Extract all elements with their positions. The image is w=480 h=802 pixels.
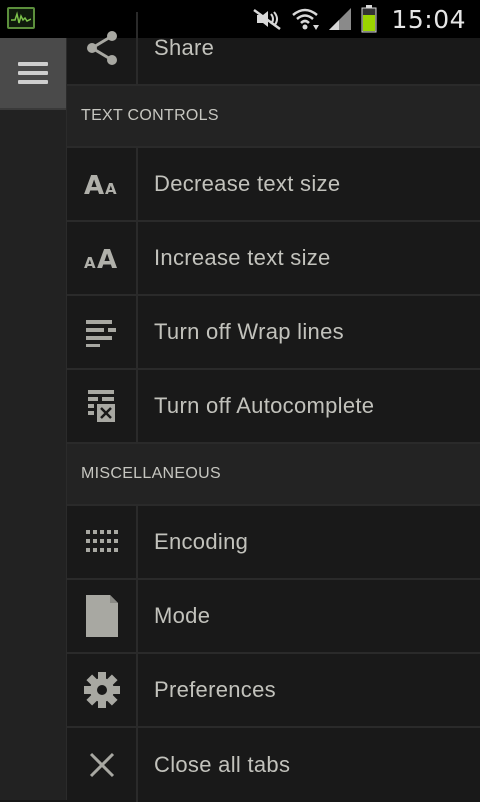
menu-item-mode[interactable]: Mode — [67, 578, 480, 652]
menu-item-autocomplete[interactable]: Turn off Autocomplete — [67, 368, 480, 442]
increase-text-size-icon: A A — [67, 222, 138, 294]
menu-item-wrap-lines[interactable]: Turn off Wrap lines — [67, 294, 480, 368]
menu-toggle-button[interactable] — [0, 38, 66, 110]
section-header-miscellaneous: MISCELLANEOUS — [67, 442, 480, 504]
section-title: TEXT CONTROLS — [81, 107, 219, 124]
svg-text:A: A — [97, 245, 117, 273]
section-title: MISCELLANEOUS — [81, 465, 221, 482]
side-rail — [0, 38, 67, 800]
activity-monitor-icon — [7, 7, 35, 29]
menu-item-label: Decrease text size — [154, 171, 341, 196]
menu-item-share[interactable]: Share — [67, 12, 480, 84]
hamburger-icon — [18, 62, 48, 84]
menu-item-label: Mode — [154, 603, 211, 628]
menu-item-label: Preferences — [154, 677, 276, 702]
overflow-menu: Share TEXT CONTROLS A A Decrease text si… — [67, 12, 480, 802]
share-icon — [67, 12, 138, 84]
wrap-lines-icon — [67, 296, 138, 368]
menu-item-label: Share — [154, 35, 215, 60]
menu-item-label: Turn off Autocomplete — [154, 393, 375, 418]
svg-text:A: A — [84, 171, 104, 199]
menu-item-decrease-text-size[interactable]: A A Decrease text size — [67, 146, 480, 220]
menu-item-label: Turn off Wrap lines — [154, 319, 344, 344]
menu-item-increase-text-size[interactable]: A A Increase text size — [67, 220, 480, 294]
svg-text:A: A — [84, 254, 96, 272]
encoding-icon — [67, 506, 138, 578]
menu-item-preferences[interactable]: Preferences — [67, 652, 480, 726]
gear-icon — [67, 654, 138, 726]
autocomplete-off-icon — [67, 370, 138, 442]
menu-item-close-all-tabs[interactable]: Close all tabs — [67, 726, 480, 802]
section-header-text-controls: TEXT CONTROLS — [67, 84, 480, 146]
menu-item-label: Close all tabs — [154, 752, 291, 777]
svg-text:A: A — [105, 180, 117, 198]
menu-item-label: Increase text size — [154, 245, 331, 270]
file-icon — [67, 580, 138, 652]
close-icon — [67, 728, 138, 802]
decrease-text-size-icon: A A — [67, 148, 138, 220]
menu-item-label: Encoding — [154, 529, 249, 554]
menu-item-encoding[interactable]: Encoding — [67, 504, 480, 578]
